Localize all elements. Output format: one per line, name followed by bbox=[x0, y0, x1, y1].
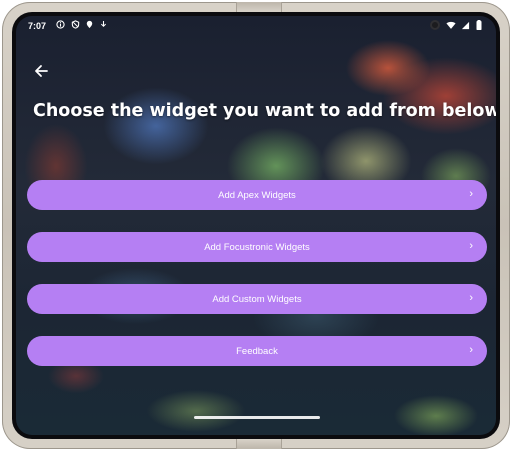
hinge-top bbox=[236, 2, 282, 12]
location-icon bbox=[86, 20, 93, 29]
chevron-right-icon: › bbox=[469, 292, 473, 304]
add-custom-widgets-button[interactable]: Add Custom Widgets › bbox=[27, 284, 487, 314]
wifi-icon bbox=[446, 21, 456, 29]
chevron-right-icon: › bbox=[469, 240, 473, 252]
add-custom-widgets-label: Add Custom Widgets bbox=[212, 293, 302, 305]
add-focustronic-widgets-label: Add Focustronic Widgets bbox=[204, 241, 310, 253]
signal-icon bbox=[462, 21, 470, 30]
front-camera bbox=[430, 20, 440, 30]
chevron-right-icon: › bbox=[469, 344, 473, 356]
battery-icon bbox=[476, 20, 482, 30]
feedback-button[interactable]: Feedback › bbox=[27, 336, 487, 366]
add-focustronic-widgets-button[interactable]: Add Focustronic Widgets › bbox=[27, 232, 487, 262]
shield-icon bbox=[71, 20, 79, 29]
info-icon bbox=[56, 20, 65, 29]
app-screen: 7:07 Choose the widget you want to add f… bbox=[16, 16, 496, 435]
add-apex-widgets-label: Add Apex Widgets bbox=[218, 189, 296, 201]
page-title: Choose the widget you want to add from b… bbox=[33, 101, 496, 121]
hinge-bottom bbox=[236, 439, 282, 449]
add-apex-widgets-button[interactable]: Add Apex Widgets › bbox=[27, 180, 487, 210]
status-time: 7:07 bbox=[28, 21, 47, 31]
status-icons-right bbox=[446, 20, 482, 31]
status-icons-left bbox=[56, 20, 107, 30]
arrow-left-icon bbox=[35, 65, 48, 77]
screen-bezel: 7:07 Choose the widget you want to add f… bbox=[12, 12, 500, 439]
feedback-label: Feedback bbox=[236, 345, 278, 357]
gesture-nav-handle[interactable] bbox=[194, 416, 320, 419]
status-bar: 7:07 bbox=[16, 16, 496, 36]
chevron-right-icon: › bbox=[469, 188, 473, 200]
device-frame: 7:07 Choose the widget you want to add f… bbox=[2, 2, 510, 449]
back-button[interactable] bbox=[30, 60, 52, 82]
download-icon bbox=[100, 21, 106, 27]
